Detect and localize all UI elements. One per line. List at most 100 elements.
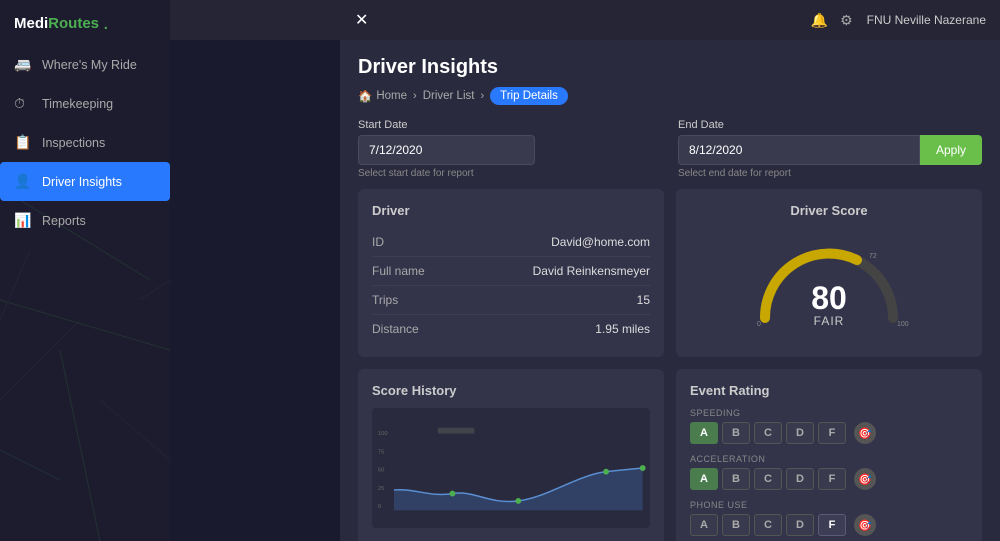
svg-text:25: 25 (378, 486, 385, 492)
gauge-wrap: 0 72 100 80 FAIR (690, 228, 968, 338)
event-rating-title: Event Rating (690, 383, 968, 398)
main-inner: Driver Insights 🏠 Home › Driver List › T… (340, 40, 1000, 541)
event-rating-section: ACCELERATION ABCDF 🎯 (690, 454, 968, 490)
rating-btn-f[interactable]: F (818, 422, 846, 444)
rating-btn-c[interactable]: C (754, 468, 782, 490)
page-title: Driver Insights (358, 56, 982, 79)
driver-row: Trips 15 (372, 286, 650, 315)
sidebar-item-reports[interactable]: 📊 Reports (0, 201, 170, 240)
person-icon: 👤 (14, 173, 32, 190)
sidebar: MediRoutes . 🚐 Where's My Ride ⏱ Timekee… (0, 0, 170, 541)
start-date-input[interactable] (358, 135, 535, 165)
sidebar-item-inspections[interactable]: 📋 Inspections (0, 123, 170, 162)
event-rating-section-label: SPEEDING (690, 408, 968, 418)
header-icons: 🔔 ⚙ (811, 12, 853, 29)
username-label: FNU Neville Nazerane (867, 13, 986, 27)
driver-field-label: Trips (372, 293, 398, 307)
clock-icon: ⏱ (14, 95, 32, 112)
start-date-label: Start Date (358, 119, 662, 131)
driver-row: Full name David Reinkensmeyer (372, 257, 650, 286)
driver-score-card: Driver Score 0 72 100 (676, 189, 982, 357)
event-rating-card: Event Rating SPEEDINGABCDF🎯ACCELERATIONA… (676, 369, 982, 541)
driver-field-value: 15 (637, 293, 650, 307)
close-button[interactable]: ✕ (355, 10, 368, 30)
sidebar-item-wheres-my-ride[interactable]: 🚐 Where's My Ride (0, 45, 170, 84)
rating-btn-f[interactable]: F (818, 514, 846, 536)
rating-btn-a[interactable]: A (690, 422, 718, 444)
date-filters: Start Date Select start date for report … (358, 119, 982, 179)
svg-text:72: 72 (869, 253, 877, 260)
event-rating-sections: SPEEDINGABCDF🎯ACCELERATIONABCDF🎯PHONE US… (690, 408, 968, 541)
gauge-score: 80 FAIR (811, 282, 847, 328)
driver-card: Driver ID David@home.comFull name David … (358, 189, 664, 357)
rating-btn-a[interactable]: A (690, 514, 718, 536)
start-date-group: Start Date Select start date for report (358, 119, 662, 179)
breadcrumb-driver-list[interactable]: Driver List (423, 90, 475, 102)
rating-btn-c[interactable]: C (754, 514, 782, 536)
driver-field-label: Full name (372, 264, 425, 278)
start-date-hint: Select start date for report (358, 168, 662, 179)
end-date-hint: Select end date for report (678, 168, 982, 179)
svg-text:0: 0 (757, 321, 761, 328)
settings-icon[interactable]: ⚙ (840, 12, 853, 29)
clipboard-icon: 📋 (14, 134, 32, 151)
driver-field-label: ID (372, 235, 384, 249)
svg-text:0: 0 (378, 504, 382, 510)
event-rating-section-label: PHONE USE (690, 500, 968, 510)
driver-field-label: Distance (372, 322, 419, 336)
content-grid: Driver ID David@home.comFull name David … (358, 189, 982, 357)
event-rating-section-label: ACCELERATION (690, 454, 968, 464)
driver-row: Distance 1.95 miles (372, 315, 650, 343)
breadcrumb-arrow-2: › (480, 90, 484, 102)
rating-btn-b[interactable]: B (722, 422, 750, 444)
end-date-label: End Date (678, 119, 982, 131)
bottom-grid: Score History 100 75 50 25 0 (358, 369, 982, 541)
breadcrumb: 🏠 Home › Driver List › Trip Details (358, 87, 982, 105)
driver-field-value: David@home.com (551, 235, 650, 249)
rating-btn-c[interactable]: C (754, 422, 782, 444)
rating-buttons-group: ABCDF 🎯 (690, 514, 968, 536)
event-rating-section: PHONE USE ABCDF 🎯 (690, 500, 968, 536)
driver-field-value: David Reinkensmeyer (533, 264, 650, 278)
svg-text:50: 50 (378, 468, 385, 474)
rating-btn-d[interactable]: D (786, 468, 814, 490)
rating-btn-d[interactable]: D (786, 514, 814, 536)
chart-area: 100 75 50 25 0 (372, 408, 650, 528)
score-history-title: Score History (372, 383, 650, 398)
chart-icon: 📊 (14, 212, 32, 229)
sidebar-item-timekeeping[interactable]: ⏱ Timekeeping (0, 84, 170, 123)
event-rating-section: SPEEDING ABCDF 🎯 (690, 408, 968, 444)
svg-text:75: 75 (378, 449, 385, 455)
rating-btn-b[interactable]: B (722, 468, 750, 490)
rating-buttons-group: ABCDF 🎯 (690, 422, 968, 444)
gauge-container: 0 72 100 80 FAIR (749, 238, 909, 328)
rating-buttons-group: ABCDF 🎯 (690, 468, 968, 490)
main-content: ✕ 🔔 ⚙ FNU Neville Nazerane Driver Insigh… (340, 0, 1000, 541)
home-icon: 🏠 (358, 89, 372, 103)
driver-info: ID David@home.comFull name David Reinken… (372, 228, 650, 343)
breadcrumb-home[interactable]: 🏠 Home (358, 89, 407, 103)
svg-text:100: 100 (897, 321, 909, 328)
breadcrumb-trip-details[interactable]: Trip Details (490, 87, 568, 105)
rating-btn-d[interactable]: D (786, 422, 814, 444)
rating-btn-b[interactable]: B (722, 514, 750, 536)
sidebar-item-driver-insights[interactable]: 👤 Driver Insights (0, 162, 170, 201)
svg-text:100: 100 (378, 431, 389, 437)
car-icon: 🚐 (14, 56, 32, 73)
driver-score-title: Driver Score (690, 203, 968, 218)
end-date-group: End Date Apply Select end date for repor… (678, 119, 982, 179)
driver-row: ID David@home.com (372, 228, 650, 257)
end-date-input[interactable] (678, 135, 920, 165)
rating-section-icon[interactable]: 🎯 (854, 468, 876, 490)
rating-section-icon[interactable]: 🎯 (854, 422, 876, 444)
rating-btn-a[interactable]: A (690, 468, 718, 490)
apply-button[interactable]: Apply (920, 135, 982, 165)
rating-btn-f[interactable]: F (818, 468, 846, 490)
notifications-icon[interactable]: 🔔 (811, 12, 828, 29)
breadcrumb-arrow-1: › (413, 90, 417, 102)
sidebar-nav: 🚐 Where's My Ride ⏱ Timekeeping 📋 Inspec… (0, 45, 170, 240)
logo: MediRoutes . (0, 0, 170, 45)
rating-section-icon[interactable]: 🎯 (854, 514, 876, 536)
top-header: ✕ 🔔 ⚙ FNU Neville Nazerane (170, 0, 1000, 40)
score-history-card: Score History 100 75 50 25 0 (358, 369, 664, 541)
